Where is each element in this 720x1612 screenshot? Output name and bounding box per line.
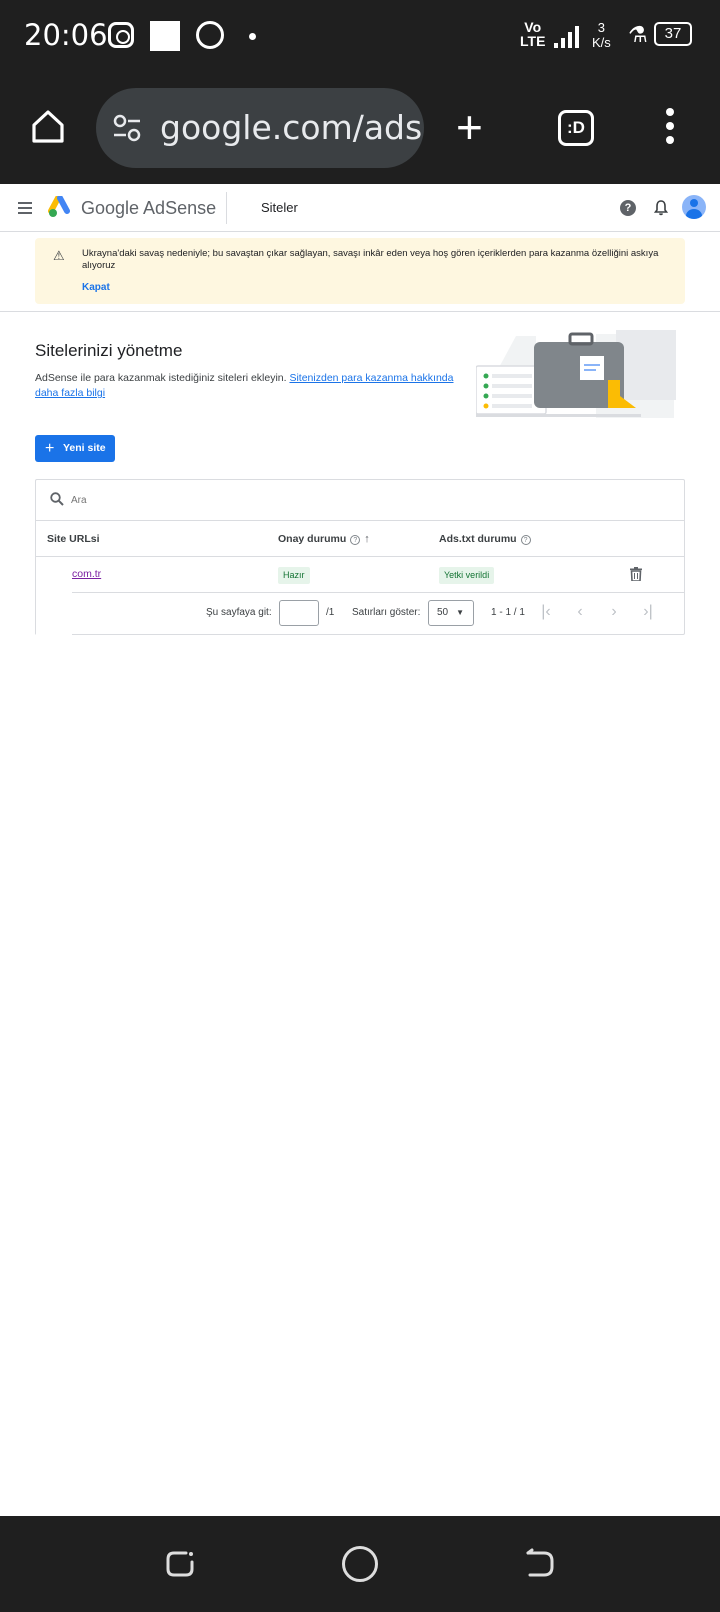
divider	[0, 311, 720, 312]
site-url-link[interactable]: com.tr	[72, 568, 101, 580]
table-header-row: Site URLsi Onay durumu? ↑ Ads.txt durumu?	[36, 521, 684, 557]
help-icon[interactable]: ?	[350, 535, 361, 545]
sites-table: Site URLsi Onay durumu?↑ Ads.txt durumu?…	[35, 479, 685, 638]
browser-menu-icon[interactable]	[666, 108, 676, 148]
network-speed: 3 K/s	[592, 20, 611, 50]
header-divider	[226, 192, 227, 224]
column-header-label: Site URLsi	[47, 533, 100, 545]
brand-name[interactable]: Google AdSense	[81, 198, 216, 219]
column-header-label: Ads.txt durumu	[439, 533, 517, 545]
table-search-row	[36, 480, 684, 521]
table-pagination: Şu sayfaya git: /1 Satırları göster: 50 …	[36, 593, 684, 634]
next-page-icon[interactable]: ›	[606, 604, 622, 621]
approval-status-badge: Hazır	[278, 567, 310, 584]
system-navigation-bar	[0, 1516, 720, 1612]
table-row: com.tr Hazır Yetki verildi	[36, 557, 684, 593]
warning-banner: ⚠ Ukrayna'daki savaş nedeniyle; bu savaş…	[35, 238, 685, 304]
trash-icon[interactable]	[630, 567, 642, 581]
home-nav-icon[interactable]	[342, 1546, 378, 1582]
url-text[interactable]: google.com/adse	[160, 108, 424, 147]
plus-icon: +	[45, 440, 55, 457]
warning-icon: ⚠	[53, 248, 65, 263]
help-icon[interactable]: ?	[520, 535, 531, 545]
back-icon[interactable]	[524, 1548, 556, 1580]
notification-square-icon	[150, 21, 180, 51]
sort-ascending-icon[interactable]: ↑	[364, 533, 370, 545]
banner-message: Ukrayna'daki savaş nedeniyle; bu savaşta…	[82, 248, 659, 271]
previous-page-icon[interactable]: ‹	[572, 604, 588, 621]
goto-page-input[interactable]	[279, 600, 319, 626]
rows-per-page-value: 50	[437, 607, 449, 618]
more-notifications-icon	[249, 33, 256, 40]
battery-indicator: 37	[654, 22, 692, 46]
help-icon[interactable]: ?	[620, 200, 636, 216]
avatar[interactable]	[682, 195, 706, 219]
tab-switcher-button[interactable]: :D	[558, 110, 594, 146]
new-site-button[interactable]: + Yeni site	[35, 435, 115, 462]
sites-illustration	[476, 330, 676, 418]
rows-per-page-select[interactable]: 50 ▼	[428, 600, 474, 626]
new-site-label: Yeni site	[63, 442, 106, 454]
banner-close-link[interactable]: Kapat	[82, 282, 110, 293]
page-total: /1	[326, 607, 335, 618]
page-name: Siteler	[261, 200, 298, 215]
search-icon	[50, 492, 64, 506]
adsense-logo-icon	[48, 196, 70, 217]
instagram-icon	[108, 22, 134, 48]
column-header-approval[interactable]: Onay durumu? ↑	[278, 533, 370, 545]
site-settings-icon[interactable]	[112, 114, 142, 142]
volte-indicator: Vo LTE	[520, 19, 546, 49]
signal-icon	[554, 24, 584, 48]
last-page-icon[interactable]: ›|	[640, 604, 656, 621]
search-input[interactable]	[71, 492, 631, 508]
column-header-label: Onay durumu	[278, 533, 347, 545]
recent-apps-icon[interactable]	[164, 1548, 196, 1580]
column-header-ads-txt[interactable]: Ads.txt durumu?	[439, 533, 531, 545]
bell-icon[interactable]	[654, 200, 668, 216]
ads-txt-status-badge: Yetki verildi	[439, 567, 495, 584]
page-title: Sitelerinizi yönetme	[35, 341, 183, 360]
home-icon[interactable]	[30, 108, 66, 144]
app-header: Google AdSense Siteler ?	[0, 184, 720, 232]
rows-per-page-label: Satırları göster:	[352, 607, 421, 618]
address-bar[interactable]: google.com/adse	[96, 88, 424, 168]
status-time: 20:06	[24, 18, 108, 52]
new-tab-icon[interactable]: +	[456, 104, 483, 150]
flask-icon: ⚗	[628, 22, 648, 47]
chevron-down-icon: ▼	[456, 608, 464, 617]
status-bar: 20:06 Vo LTE 3 K/s ⚗ 37	[0, 0, 720, 74]
column-header-site-url[interactable]: Site URLsi	[47, 533, 100, 545]
goto-page-label: Şu sayfaya git:	[206, 607, 272, 618]
hamburger-menu-icon[interactable]	[18, 202, 32, 214]
description-text: AdSense ile para kazanmak istediğiniz si…	[35, 372, 287, 384]
first-page-icon[interactable]: |‹	[538, 604, 554, 621]
page-description: AdSense ile para kazanmak istediğiniz si…	[35, 371, 460, 401]
whatsapp-icon	[196, 21, 224, 49]
pagination-range: 1 - 1 / 1	[491, 607, 525, 618]
